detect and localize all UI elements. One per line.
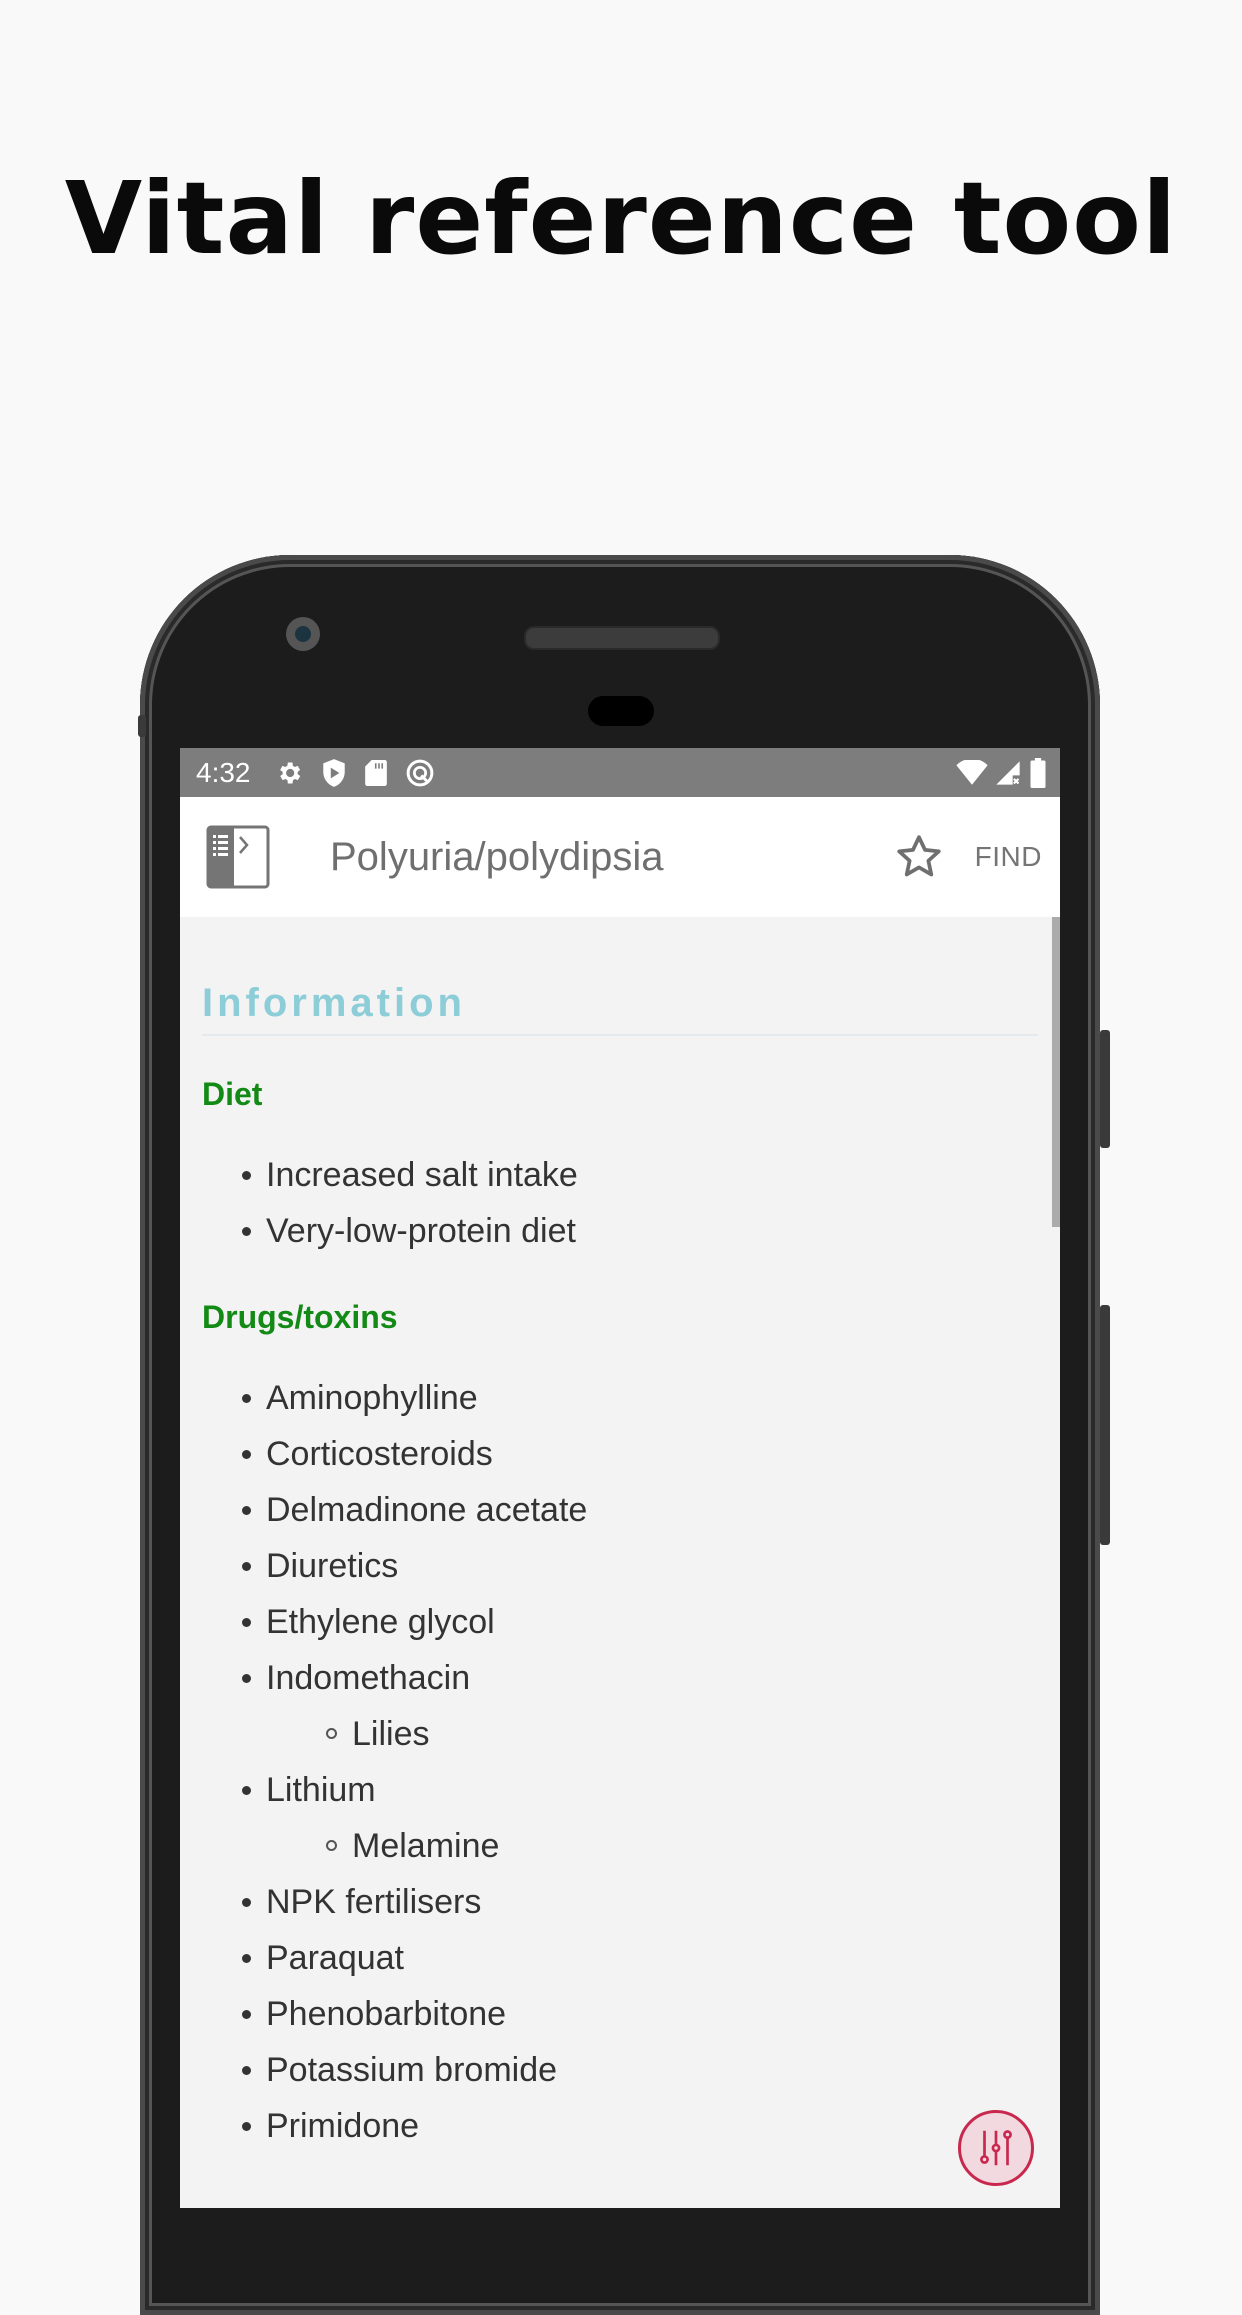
list-item: Lithium	[202, 1762, 1038, 1818]
front-camera	[286, 617, 320, 651]
status-time: 4:32	[196, 756, 251, 788]
status-bar: 4:32	[180, 748, 1060, 797]
subheading-drugs-toxins: Drugs/toxins	[202, 1299, 398, 1335]
list-item: Increased salt intake	[202, 1147, 1038, 1203]
list-item: NPK fertilisers	[202, 1874, 1038, 1930]
earpiece-speaker	[524, 626, 720, 650]
star-outline-icon	[897, 835, 941, 877]
favorite-button[interactable]	[889, 827, 949, 887]
wifi-icon	[956, 759, 988, 786]
list-item: Indomethacin	[202, 1650, 1038, 1706]
subheading-diet: Diet	[202, 1076, 263, 1112]
signal-no-data-icon	[994, 759, 1022, 787]
phone-volume-button	[1100, 1305, 1110, 1545]
list-item: Diuretics	[202, 1538, 1038, 1594]
list-item: Phenobarbitone	[202, 1986, 1038, 2042]
article-content: Information Diet Increased salt intake V…	[180, 981, 1060, 2154]
list-item: Ethylene glycol	[202, 1594, 1038, 1650]
find-button[interactable]: FIND	[975, 841, 1042, 873]
list-item: Delmadinone acetate	[202, 1482, 1038, 1538]
list-item: Very-low-protein diet	[202, 1203, 1038, 1259]
battery-icon	[1030, 757, 1046, 788]
diet-list: Increased salt intake Very-low-protein d…	[202, 1147, 1038, 1259]
shield-play-icon	[321, 758, 347, 788]
scrollbar[interactable]	[1052, 917, 1060, 1227]
sliders-icon	[980, 2130, 1012, 2166]
phone-screen: 4:32 Polyuria/polydipsia FIND Informatio…	[180, 748, 1060, 2208]
page-title: Polyuria/polydipsia	[330, 834, 664, 879]
data-saver-icon	[405, 758, 435, 788]
sd-card-icon	[364, 759, 387, 786]
table-of-contents-button[interactable]	[206, 825, 270, 889]
promo-headline: Vital reference tool	[64, 160, 1178, 277]
list-item: Aminophylline	[202, 1370, 1038, 1426]
drugs-toxins-list: Aminophylline Corticosteroids Delmadinon…	[202, 1370, 1038, 2154]
table-of-contents-icon	[206, 825, 270, 889]
phone-side-button	[1100, 1030, 1110, 1148]
sub-list-item: Melamine	[202, 1818, 1038, 1874]
list-item: Corticosteroids	[202, 1426, 1038, 1482]
proximity-sensor	[588, 696, 654, 726]
phone-left-edge	[138, 715, 146, 737]
settings-icon	[275, 759, 303, 787]
section-title: Information	[202, 981, 1038, 1036]
app-bar: Polyuria/polydipsia FIND	[180, 797, 1060, 917]
list-item: Paraquat	[202, 1930, 1038, 1986]
list-item: Potassium bromide	[202, 2042, 1038, 2098]
list-item: Primidone	[202, 2098, 1038, 2154]
filter-settings-button[interactable]	[958, 2110, 1034, 2186]
sub-list-item: Lilies	[202, 1706, 1038, 1762]
